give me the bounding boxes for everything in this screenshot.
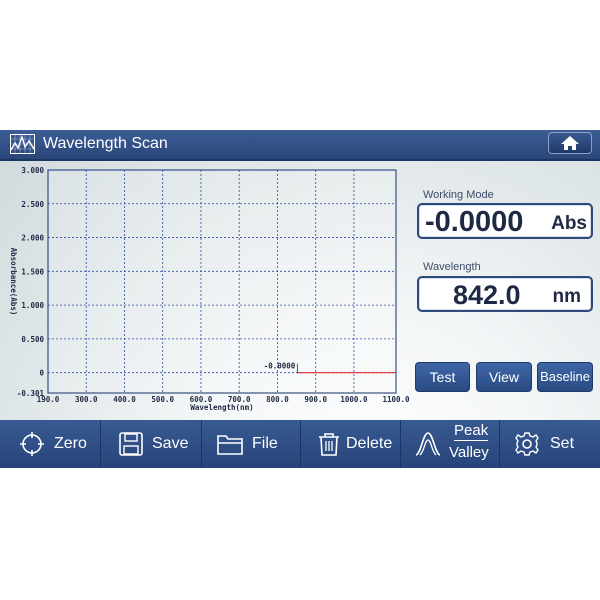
chart-plot: 3.0002.5002.0001.5001.0000.5000-0.301190… — [9, 166, 410, 412]
wavelength-unit: nm — [552, 286, 582, 307]
x-tick-label: 400.0 — [113, 395, 136, 404]
window-title: Wavelength Scan — [43, 135, 168, 152]
set-label: Set — [550, 435, 575, 452]
y-tick-label: 3.000 — [21, 166, 44, 175]
x-tick-label: 900.0 — [304, 395, 327, 404]
working-mode-readout: -0.0000 Abs — [417, 203, 593, 239]
wavelength-label: Wavelength — [423, 261, 481, 273]
peak-label: Peak — [454, 422, 489, 441]
x-tick-label: 300.0 — [75, 395, 98, 404]
x-tick-label: 1100.0 — [382, 395, 410, 404]
app-screen: Wavelength Scan 3.000 2.500 2.000 1.500 1.00… — [0, 130, 600, 468]
y-tick-label: 1.500 — [21, 267, 44, 276]
zero-label: Zero — [54, 435, 87, 452]
peak-valley-icon — [415, 432, 441, 456]
bottom-toolbar: Zero Save File Delete Peak Valley Set — [0, 420, 600, 468]
y-tick-label: 2.000 — [21, 234, 44, 243]
delete-button[interactable]: Delete — [301, 420, 401, 468]
y-tick-label: 1.000 — [21, 301, 44, 310]
delete-label: Delete — [346, 435, 393, 452]
home-icon — [561, 136, 579, 150]
y-tick-label: 0 — [39, 369, 44, 378]
save-icon — [119, 432, 143, 456]
save-label: Save — [152, 435, 189, 452]
home-button[interactable] — [548, 132, 592, 154]
cursor-value-label: -0.0000 — [264, 362, 296, 371]
y-axis-label: Absorbance(Abs) — [9, 248, 18, 316]
view-button[interactable]: View — [476, 362, 532, 392]
folder-icon — [217, 435, 243, 455]
working-mode-unit: Abs — [551, 213, 587, 234]
peak-valley-button[interactable]: Peak Valley — [401, 420, 500, 468]
x-tick-label: 800.0 — [266, 395, 289, 404]
zero-button[interactable]: Zero — [0, 420, 101, 468]
wavelength-value: 842.0 — [453, 280, 521, 310]
title-bar: Wavelength Scan — [0, 130, 600, 161]
x-tick-label: 500.0 — [151, 395, 174, 404]
save-button[interactable]: Save — [101, 420, 202, 468]
gear-icon — [515, 432, 539, 456]
spectrum-icon — [10, 134, 35, 154]
test-button[interactable]: Test — [415, 362, 470, 392]
wavelength-readout: 842.0 nm — [417, 276, 593, 312]
trash-icon — [319, 433, 339, 456]
y-tick-label: 0.500 — [21, 335, 44, 344]
x-axis-label: Wavelength(nm) — [190, 403, 253, 412]
settings-button[interactable]: Set — [500, 420, 600, 468]
target-icon — [20, 432, 44, 456]
scan-chart: 3.000 2.500 2.000 1.500 1.000 0.500 0 -0.301 190… — [0, 163, 410, 423]
file-button[interactable]: File — [202, 420, 301, 468]
working-mode-label: Working Mode — [423, 189, 494, 201]
y-tick-label: 2.500 — [21, 200, 44, 209]
x-tick-label: 190.0 — [37, 395, 60, 404]
valley-label: Valley — [449, 444, 489, 461]
baseline-button[interactable]: Baseline — [537, 362, 593, 392]
working-mode-value: -0.0000 — [425, 206, 524, 238]
file-label: File — [252, 435, 278, 452]
x-tick-label: 1000.0 — [340, 395, 368, 404]
